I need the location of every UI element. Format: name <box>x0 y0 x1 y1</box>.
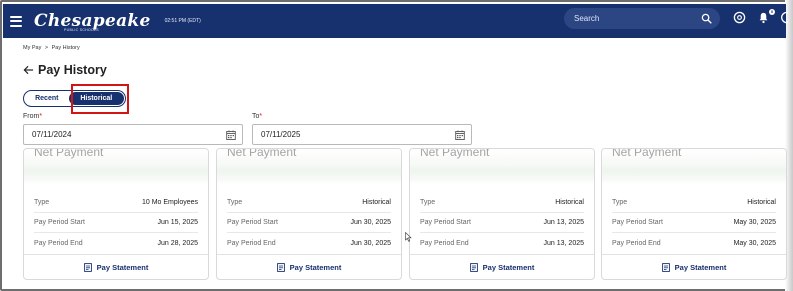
to-date-value: 07/11/2025 <box>261 130 301 139</box>
pay-statement-label: Pay Statement <box>289 262 342 272</box>
card-details: Type Historical Pay Period Start May 30, 2… <box>612 193 776 253</box>
pay-period-start-value: Jun 15, 2025 <box>157 219 198 226</box>
type-label: Type <box>227 199 243 206</box>
pay-statement-label: Pay Statement <box>482 262 535 272</box>
type-row: Type Historical <box>612 193 776 213</box>
search-input[interactable]: Search <box>564 8 720 29</box>
type-value: 10 Mo Employees <box>141 199 198 206</box>
net-payment-heading: Net Payment <box>420 148 490 159</box>
breadcrumb-my-pay[interactable]: My Pay <box>23 45 41 51</box>
bell-icon[interactable] <box>757 11 770 24</box>
pay-statement-button[interactable]: Pay Statement <box>217 254 401 279</box>
avatar[interactable] <box>780 11 788 24</box>
type-row: Type 10 Mo Employees <box>34 193 198 213</box>
card-details: Type Historical Pay Period Start Jun 13, 2… <box>420 193 584 253</box>
pay-period-end-row: Pay Period End Jun 28, 2025 <box>34 233 198 253</box>
pay-period-start-value: Jun 13, 2025 <box>543 219 584 226</box>
current-time: 02:51 PM (EDT) <box>164 18 201 24</box>
hamburger-menu-icon[interactable] <box>10 15 22 27</box>
from-label-text: From <box>23 113 40 120</box>
pay-period-start-label: Pay Period Start <box>612 219 663 226</box>
pay-card: Net Payment Type Historical Pay Period St… <box>409 148 595 280</box>
document-icon <box>661 262 670 272</box>
pay-period-start-row: Pay Period Start Jun 15, 2025 <box>34 213 198 233</box>
notification-badge: 0 <box>769 9 775 15</box>
pay-period-start-row: Pay Period Start Jun 13, 2025 <box>420 213 584 233</box>
search-icon[interactable] <box>701 13 712 24</box>
from-date-input[interactable]: 07/11/2024 <box>23 124 243 145</box>
type-value: Historical <box>362 199 391 206</box>
type-value: Historical <box>555 199 584 206</box>
pay-card: Net Payment Type 10 Mo Employees Pay Peri… <box>23 148 209 280</box>
pay-statement-button[interactable]: Pay Statement <box>602 254 786 279</box>
pay-period-end-value: May 30, 2025 <box>733 239 776 247</box>
to-label: To* <box>252 113 262 120</box>
pay-period-end-row: Pay Period End Jun 13, 2025 <box>420 233 584 253</box>
net-payment-heading: Net Payment <box>227 148 297 159</box>
document-icon <box>83 262 92 272</box>
pay-card: Net Payment Type Historical Pay Period St… <box>216 148 402 280</box>
calendar-icon[interactable] <box>455 130 465 140</box>
pay-period-end-row: Pay Period End Jun 30, 2025 <box>227 233 391 253</box>
highlight-box <box>71 84 129 114</box>
pay-statement-label: Pay Statement <box>96 262 149 272</box>
breadcrumb: My Pay > Pay History <box>23 45 80 51</box>
help-icon[interactable] <box>733 11 746 24</box>
pay-period-start-label: Pay Period Start <box>420 219 471 226</box>
search-placeholder: Search <box>574 14 600 23</box>
net-payment-heading: Net Payment <box>34 148 104 159</box>
pay-period-end-label: Pay Period End <box>612 239 661 247</box>
to-date-input[interactable]: 07/11/2025 <box>252 124 472 145</box>
breadcrumb-pay-history: Pay History <box>51 45 80 51</box>
type-label: Type <box>612 199 628 206</box>
pay-period-start-value: Jun 30, 2025 <box>350 219 391 226</box>
pay-period-end-value: Jun 13, 2025 <box>543 239 584 247</box>
pay-card: Net Payment Type Historical Pay Period St… <box>601 148 787 280</box>
from-label: From* <box>23 113 42 120</box>
pay-statement-label: Pay Statement <box>674 262 727 272</box>
pay-period-end-label: Pay Period End <box>34 239 83 247</box>
page-header: Pay History <box>23 63 107 77</box>
card-details: Type Historical Pay Period Start Jun 30, 2… <box>227 193 391 253</box>
document-icon <box>276 262 285 272</box>
required-mark: * <box>259 113 263 120</box>
type-value: Historical <box>747 199 776 206</box>
pay-period-end-value: Jun 28, 2025 <box>157 239 198 247</box>
breadcrumb-separator: > <box>44 45 49 51</box>
mouse-cursor-icon <box>405 232 412 242</box>
logo[interactable]: Chesapeake PUBLIC SCHOOLS <box>34 12 151 32</box>
pay-period-start-row: Pay Period Start May 30, 2025 <box>612 213 776 233</box>
pay-period-start-row: Pay Period Start Jun 30, 2025 <box>227 213 391 233</box>
toggle-recent[interactable]: Recent <box>25 92 69 105</box>
type-row: Type Historical <box>227 193 391 213</box>
type-label: Type <box>34 199 50 206</box>
type-label: Type <box>420 199 436 206</box>
pay-period-start-value: May 30, 2025 <box>733 219 776 226</box>
from-date-value: 07/11/2024 <box>32 130 72 139</box>
pay-statement-button[interactable]: Pay Statement <box>410 254 594 279</box>
page-title: Pay History <box>38 63 107 77</box>
required-mark: * <box>39 113 43 120</box>
pay-period-end-row: Pay Period End May 30, 2025 <box>612 233 776 253</box>
document-icon <box>469 262 478 272</box>
pay-period-end-label: Pay Period End <box>420 239 469 247</box>
pay-period-end-label: Pay Period End <box>227 239 276 247</box>
card-details: Type 10 Mo Employees Pay Period Start Jun … <box>34 193 198 253</box>
pay-period-start-label: Pay Period Start <box>34 219 85 226</box>
pay-period-start-label: Pay Period Start <box>227 219 278 226</box>
type-row: Type Historical <box>420 193 584 213</box>
pay-statement-button[interactable]: Pay Statement <box>24 254 208 279</box>
pay-period-end-value: Jun 30, 2025 <box>350 239 391 247</box>
back-arrow-icon[interactable] <box>23 65 34 75</box>
calendar-icon[interactable] <box>226 130 236 140</box>
logo-subtitle: PUBLIC SCHOOLS <box>64 27 99 32</box>
net-payment-heading: Net Payment <box>612 148 682 159</box>
